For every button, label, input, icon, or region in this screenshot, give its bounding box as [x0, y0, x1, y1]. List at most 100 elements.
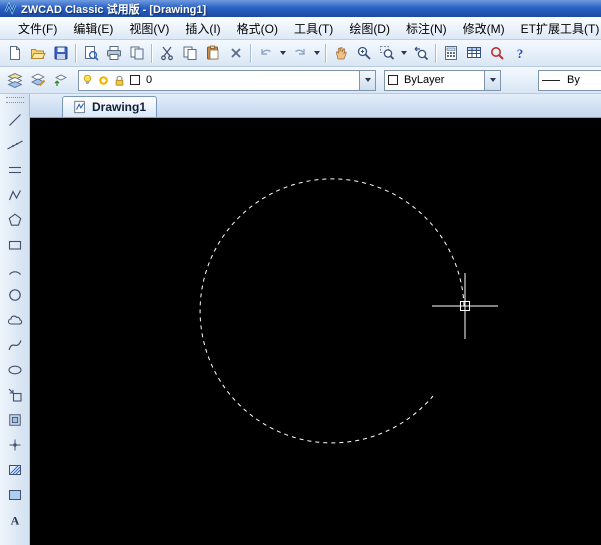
svg-text:A: A	[10, 513, 19, 527]
insert-block-icon	[8, 388, 22, 402]
layer-states-icon	[30, 73, 45, 87]
multiline-text-icon: A	[10, 513, 19, 527]
layer-properties-button[interactable]	[3, 69, 26, 92]
pan-button[interactable]	[329, 42, 352, 65]
polygon-button[interactable]	[3, 207, 27, 232]
new-button[interactable]	[3, 42, 26, 65]
construction-line-icon	[6, 140, 23, 149]
make-block-icon	[8, 413, 21, 426]
menu-dimension[interactable]: 标注(N)	[398, 17, 455, 40]
publish-button[interactable]	[125, 42, 148, 65]
insert-block-button[interactable]	[3, 382, 27, 407]
draw-toolbar: A	[0, 94, 30, 545]
line-icon	[8, 113, 21, 126]
erase-button[interactable]	[224, 42, 247, 65]
point-icon	[9, 439, 20, 450]
color-dropdown[interactable]: ByLayer	[384, 69, 501, 91]
highlighted-circle-entity[interactable]	[199, 178, 465, 444]
hatch-icon	[8, 464, 21, 475]
open-folder-icon	[30, 49, 46, 59]
menu-tools[interactable]: 工具(T)	[286, 17, 341, 40]
chevron-down-icon	[400, 51, 407, 55]
hatch-button[interactable]	[3, 457, 27, 482]
circle-button[interactable]	[3, 282, 27, 307]
copy-icon	[183, 46, 196, 60]
save-button[interactable]	[49, 42, 72, 65]
construction-line-button[interactable]	[3, 132, 27, 157]
zoom-realtime-icon	[357, 46, 371, 60]
toolbar-drag-handle[interactable]	[5, 97, 24, 103]
line-button[interactable]	[3, 107, 27, 132]
crosshair-cursor	[432, 273, 498, 339]
printer-icon	[106, 46, 121, 60]
layer-dropdown[interactable]: 0	[78, 69, 376, 91]
revision-cloud-icon	[7, 315, 22, 325]
menu-insert[interactable]: 插入(I)	[177, 17, 228, 40]
redo-dropdown-arrow[interactable]	[311, 42, 322, 65]
arc-button[interactable]	[3, 257, 27, 282]
layer-color-swatch	[130, 75, 140, 85]
help-button[interactable]: ?	[508, 42, 531, 65]
copy-button[interactable]	[178, 42, 201, 65]
help-question-icon: ?	[516, 46, 523, 61]
toolbar-separator	[75, 43, 76, 63]
plot-preview-icon	[84, 46, 99, 61]
layer-states-button[interactable]	[26, 69, 49, 92]
color-dropdown-arrow[interactable]	[484, 70, 500, 90]
make-layer-current-icon	[54, 74, 67, 86]
polyline-icon	[8, 189, 21, 200]
svg-text:?: ?	[516, 46, 523, 61]
rectangle-button[interactable]	[3, 232, 27, 257]
table-button[interactable]	[462, 42, 485, 65]
linetype-dropdown[interactable]: By	[538, 69, 601, 91]
layer-lock-icon[interactable]	[111, 74, 127, 87]
layer-on-bulb-icon[interactable]	[79, 73, 95, 87]
circle-icon	[8, 288, 21, 301]
multiline-icon	[8, 166, 21, 173]
open-button[interactable]	[26, 42, 49, 65]
zoom-realtime-button[interactable]	[352, 42, 375, 65]
zoom-dropdown-arrow[interactable]	[398, 42, 409, 65]
menu-draw[interactable]: 绘图(D)	[341, 17, 398, 40]
calculator-icon	[444, 46, 457, 60]
plot-preview-button[interactable]	[79, 42, 102, 65]
document-tab-bar: Drawing1	[30, 94, 601, 118]
drawing-viewport[interactable]	[30, 118, 601, 545]
multiline-text-button[interactable]: A	[3, 507, 27, 532]
zoom-previous-button[interactable]	[409, 42, 432, 65]
make-layer-current-button[interactable]	[49, 69, 72, 92]
layer-freeze-icon[interactable]	[95, 74, 111, 87]
tab-drawing1[interactable]: Drawing1	[62, 96, 158, 117]
zoom-window-button[interactable]	[375, 42, 398, 65]
menu-view[interactable]: 视图(V)	[121, 17, 177, 40]
revision-cloud-button[interactable]	[3, 307, 27, 332]
title-bar[interactable]: ZWCAD Classic 试用版 - [Drawing1]	[0, 0, 601, 17]
polyline-button[interactable]	[3, 182, 27, 207]
cut-button[interactable]	[155, 42, 178, 65]
menu-edit[interactable]: 编辑(E)	[65, 17, 121, 40]
menu-format[interactable]: 格式(O)	[229, 17, 286, 40]
drawing-canvas[interactable]	[30, 118, 601, 545]
redo-button[interactable]	[288, 42, 311, 65]
make-block-button[interactable]	[3, 407, 27, 432]
layer-dropdown-arrow[interactable]	[359, 70, 375, 90]
multiline-button[interactable]	[3, 157, 27, 182]
calculator-button[interactable]	[439, 42, 462, 65]
region-button[interactable]	[3, 482, 27, 507]
paste-button[interactable]	[201, 42, 224, 65]
ellipse-icon	[7, 365, 22, 374]
new-document-icon	[9, 46, 20, 60]
spline-button[interactable]	[3, 332, 27, 357]
plot-button[interactable]	[102, 42, 125, 65]
zoom-window-icon	[379, 46, 394, 60]
menu-et-extension-tools[interactable]: ET扩展工具(T)	[513, 17, 601, 40]
document-area: Drawing1	[30, 94, 601, 545]
menu-file[interactable]: 文件(F)	[10, 17, 65, 40]
menu-modify[interactable]: 修改(M)	[455, 17, 513, 40]
ellipse-button[interactable]	[3, 357, 27, 382]
undo-button[interactable]	[254, 42, 277, 65]
undo-dropdown-arrow[interactable]	[277, 42, 288, 65]
point-button[interactable]	[3, 432, 27, 457]
drawing-file-icon	[74, 100, 85, 114]
find-button[interactable]	[485, 42, 508, 65]
